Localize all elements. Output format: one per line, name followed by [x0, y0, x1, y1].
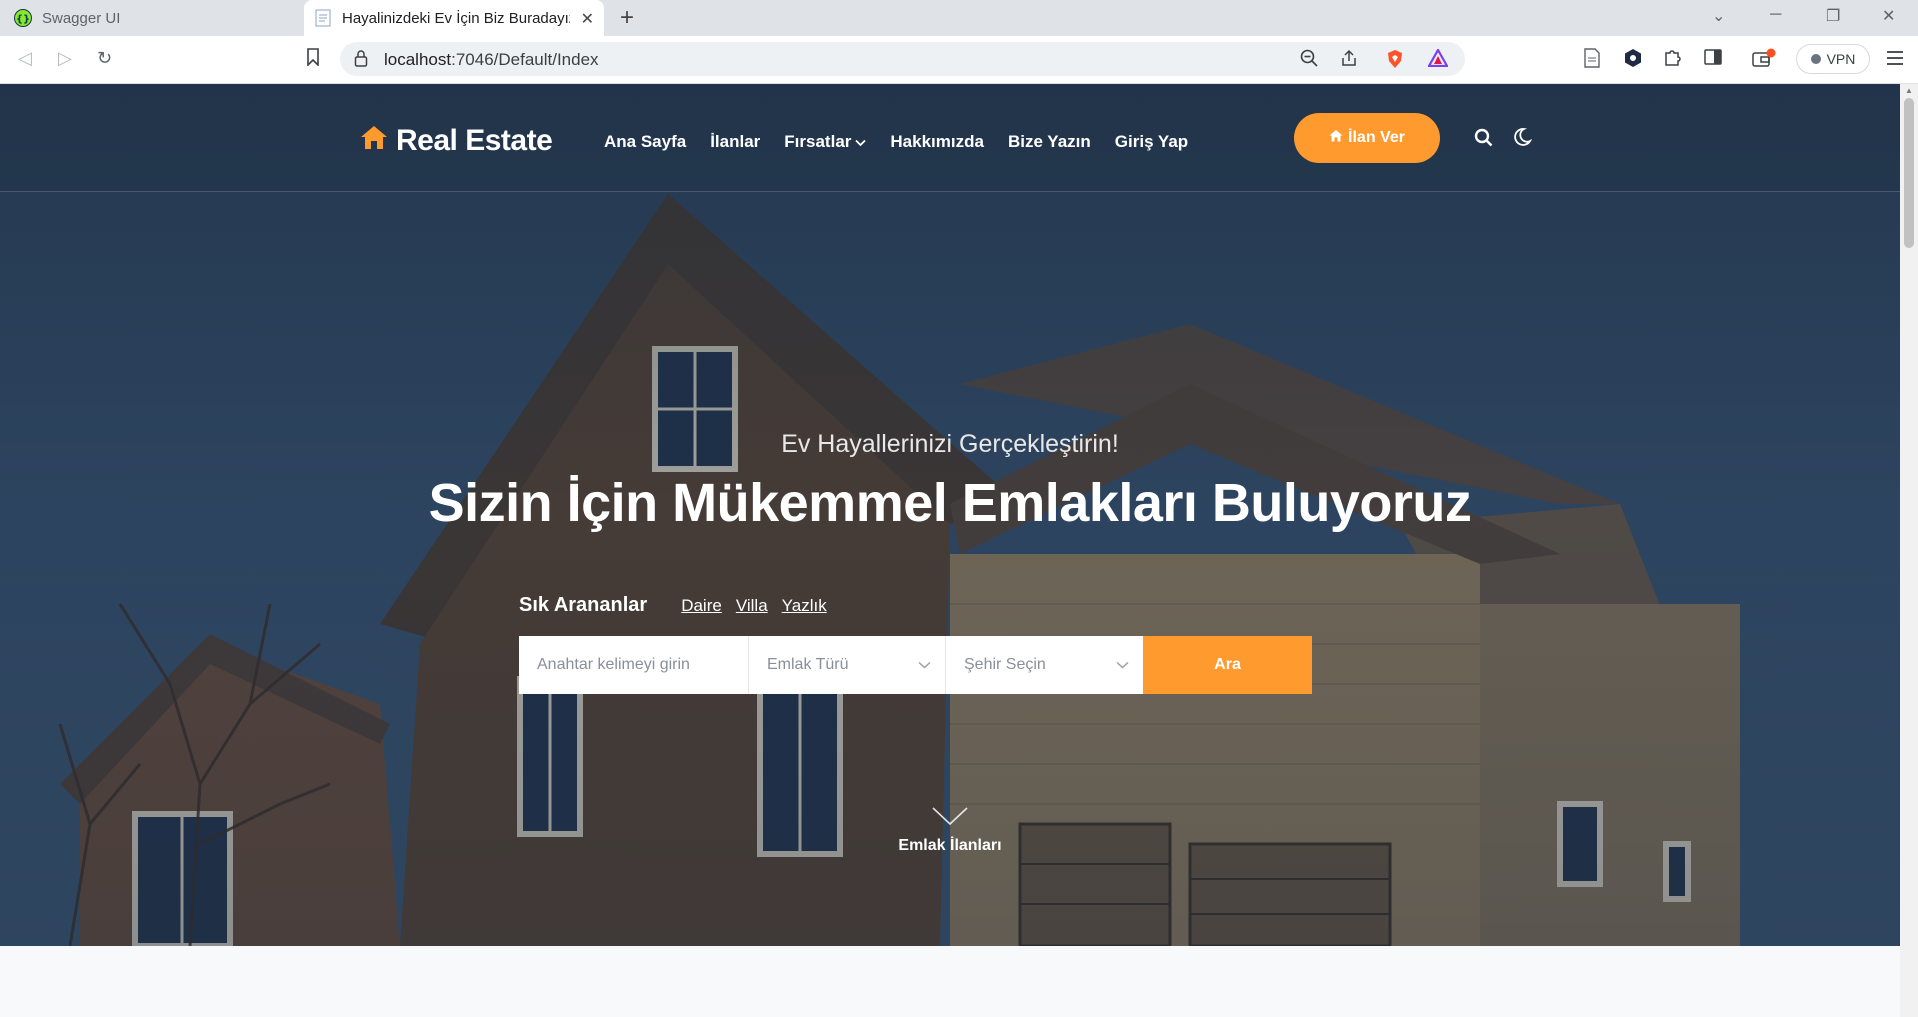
new-tab-button[interactable]: + — [620, 4, 634, 32]
property-type-placeholder: Emlak Türü — [767, 656, 849, 673]
tab-title: Swagger UI — [42, 9, 121, 27]
svg-text:{}: {} — [16, 14, 30, 25]
tab-search-icon[interactable]: ⌄ — [1712, 6, 1725, 26]
scrollbar-thumb[interactable] — [1904, 98, 1914, 248]
menu-item-label: Fırsatlar — [784, 132, 852, 151]
search-button[interactable]: Ara — [1143, 636, 1312, 694]
minimize-icon[interactable]: ─ — [1770, 6, 1781, 24]
vpn-button[interactable]: VPN — [1796, 44, 1870, 74]
wallet-icon[interactable] — [1752, 48, 1776, 73]
back-icon[interactable]: ◁ — [18, 48, 32, 69]
keyword-input[interactable]: Anahtar kelimeyi girin — [519, 636, 749, 694]
logo-text: Real Estate — [396, 124, 553, 157]
close-tab-icon[interactable]: ✕ — [581, 9, 594, 29]
menu-item-home[interactable]: Ana Sayfa — [604, 132, 686, 152]
tab-title: Hayalinizdeki Ev İçin Biz Buradayız — [342, 9, 570, 27]
restore-icon[interactable]: ❐ — [1826, 6, 1840, 26]
city-placeholder: Şehir Seçin — [964, 656, 1046, 673]
menu-item-deals[interactable]: Fırsatlar — [784, 132, 867, 152]
swagger-icon: {} — [14, 9, 32, 27]
menu-item-label: Bize Yazın — [1007, 132, 1091, 151]
reader-mode-icon[interactable] — [1584, 48, 1600, 73]
browser-menu-icon[interactable] — [1886, 50, 1904, 71]
url-text: localhost:7046/Default/Index — [384, 50, 599, 70]
reload-icon[interactable]: ↻ — [97, 48, 112, 69]
popular-searches-label: Sık Arananlar — [519, 594, 648, 616]
extension-hex-icon[interactable] — [1624, 48, 1642, 73]
chevron-down-icon — [931, 807, 969, 830]
home-icon — [360, 124, 388, 158]
chevron-down-icon — [918, 656, 931, 674]
bookmark-icon[interactable] — [306, 48, 320, 71]
property-search-form: Anahtar kelimeyi girin Emlak Türü Şehir … — [519, 636, 1312, 694]
vpn-label: VPN — [1826, 51, 1856, 67]
share-icon[interactable] — [1340, 49, 1358, 72]
menu-item-listings[interactable]: İlanlar — [710, 132, 760, 152]
post-listing-label: İlan Ver — [1348, 129, 1405, 146]
home-icon — [1329, 129, 1343, 147]
hero-title: Sizin İçin Mükemmel Emlakları Buluyoruz — [428, 473, 1472, 533]
popular-link-villa[interactable]: Villa — [736, 596, 768, 616]
popular-searches: Sık Arananlar Daire Villa Yazlık — [519, 594, 827, 617]
tab-active-page[interactable]: Hayalinizdeki Ev İçin Biz Buradayız ✕ — [304, 0, 604, 36]
city-select[interactable]: Şehir Seçin — [946, 636, 1143, 694]
url-host: localhost — [384, 50, 452, 69]
hero-subtitle: Ev Hayallerinizi Gerçekleştirin! — [781, 430, 1119, 458]
menu-item-label: Giriş Yap — [1114, 132, 1189, 151]
main-menu: Ana Sayfa İlanlar Fırsatlar Hakkımızda B… — [604, 132, 1188, 152]
scroll-up-arrow-icon[interactable]: ▲ — [1905, 86, 1913, 95]
menu-item-contact[interactable]: Bize Yazın — [1008, 132, 1091, 152]
vpn-status-icon — [1810, 54, 1821, 64]
url-path: :7046/Default/Index — [451, 50, 599, 69]
menu-item-label: Hakkımızda — [890, 132, 984, 151]
scroll-to-listings[interactable]: Emlak İlanları — [0, 806, 1900, 855]
chevron-down-icon — [855, 132, 867, 152]
brave-rewards-icon[interactable] — [1427, 47, 1449, 72]
extensions-puzzle-icon[interactable] — [1664, 48, 1682, 71]
popular-link-summer-house[interactable]: Yazlık — [782, 596, 827, 616]
menu-item-label: Ana Sayfa — [604, 132, 687, 151]
scroll-to-listings-label: Emlak İlanları — [898, 837, 1002, 854]
site-logo[interactable]: Real Estate — [360, 124, 553, 158]
page-scrollbar[interactable]: ▲ — [1900, 84, 1918, 1017]
address-bar[interactable]: localhost:7046/Default/Index — [340, 42, 1465, 76]
brave-shield-icon[interactable] — [1386, 49, 1404, 74]
search-icon[interactable] — [1474, 128, 1493, 152]
browser-tab-bar: {} Swagger UI Hayalinizdeki Ev İçin Biz … — [0, 0, 1918, 36]
popular-link-apartment[interactable]: Daire — [681, 596, 722, 616]
hero-section: Real Estate Ana Sayfa İlanlar Fırsatlar … — [0, 84, 1900, 946]
sidebar-icon[interactable] — [1704, 48, 1722, 71]
post-listing-button[interactable]: İlan Ver — [1294, 113, 1440, 163]
menu-item-about[interactable]: Hakkımızda — [890, 132, 984, 152]
menu-item-login[interactable]: Giriş Yap — [1115, 132, 1188, 152]
zoom-icon[interactable] — [1300, 49, 1318, 72]
browser-toolbar: ◁ ▷ ↻ localhost:7046/Default/Index VPN — [0, 36, 1918, 84]
property-type-select[interactable]: Emlak Türü — [749, 636, 946, 694]
lock-icon — [354, 49, 368, 72]
dark-mode-moon-icon[interactable] — [1512, 127, 1533, 152]
keyword-placeholder: Anahtar kelimeyi girin — [537, 656, 690, 673]
page-viewport: Real Estate Ana Sayfa İlanlar Fırsatlar … — [0, 84, 1900, 1017]
forward-icon[interactable]: ▷ — [58, 48, 72, 69]
menu-item-label: İlanlar — [710, 132, 761, 151]
tab-swagger[interactable]: {} Swagger UI — [14, 0, 304, 36]
site-header: Real Estate Ana Sayfa İlanlar Fırsatlar … — [0, 84, 1900, 192]
chevron-down-icon — [1116, 656, 1129, 674]
page-icon — [314, 9, 332, 27]
close-window-icon[interactable]: ✕ — [1882, 6, 1895, 26]
